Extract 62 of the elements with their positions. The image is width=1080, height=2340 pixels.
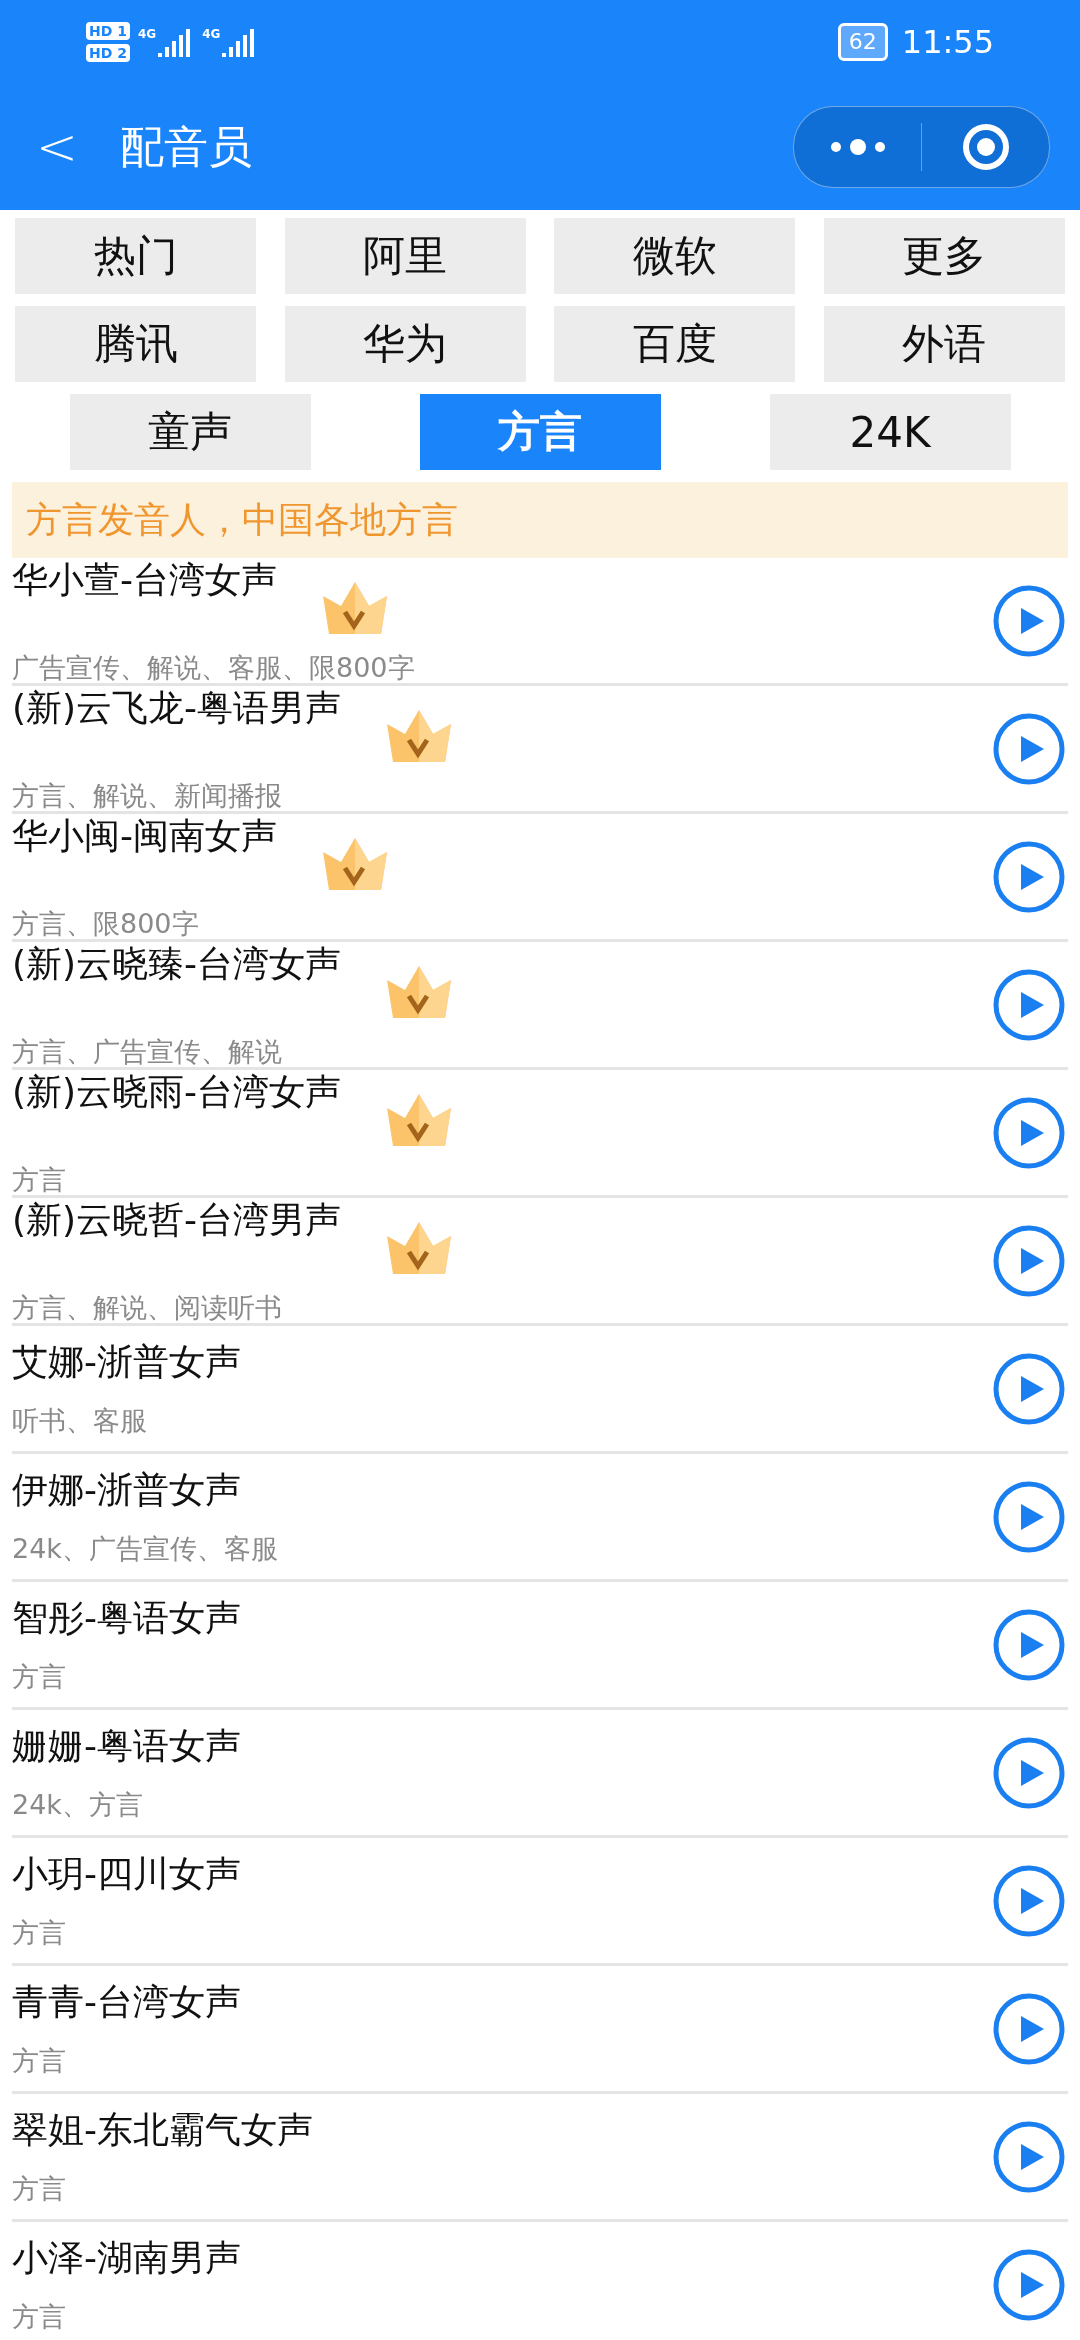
voice-tags: 方言: [12, 2171, 992, 2207]
play-button[interactable]: [992, 711, 1066, 786]
category-tab[interactable]: 腾讯: [15, 306, 256, 382]
play-button[interactable]: [992, 1991, 1066, 2066]
play-button[interactable]: [992, 1351, 1066, 1426]
voice-name: 翠姐-东北霸气女声: [12, 2108, 313, 2152]
play-button[interactable]: [992, 839, 1066, 914]
voice-name: (新)云晓臻-台湾女声: [12, 941, 342, 986]
category-tab[interactable]: 百度: [554, 306, 796, 382]
voice-tags: 24k、广告宣传、客服: [12, 1531, 992, 1567]
voice-name: 华小闽-闽南女声: [12, 813, 277, 858]
category-tab[interactable]: 童声: [69, 394, 311, 470]
category-tab[interactable]: 热门: [15, 218, 256, 294]
category-tab[interactable]: 24K: [769, 394, 1011, 470]
voice-name: 华小萱-台湾女声: [12, 557, 277, 602]
voice-tags: 方言、广告宣传、解说: [12, 1033, 992, 1070]
category-tab[interactable]: 阿里: [284, 218, 526, 294]
voice-tags: 方言: [12, 1659, 992, 1695]
play-button[interactable]: [992, 1735, 1066, 1810]
voice-tags: 方言、解说、阅读听书: [12, 1289, 992, 1326]
play-button[interactable]: [992, 1095, 1066, 1170]
voice-name: (新)云晓雨-台湾女声: [12, 1069, 342, 1114]
voice-tags: 方言、限800字: [12, 905, 992, 942]
voice-tags: 方言、解说、新闻播报: [12, 777, 992, 814]
category-tab[interactable]: 方言: [419, 394, 661, 470]
voice-name: (新)云晓哲-台湾男声: [12, 1197, 342, 1242]
voice-tags: 方言: [12, 1915, 992, 1951]
play-button[interactable]: [992, 2247, 1066, 2322]
voice-name: 姗姗-粤语女声: [12, 1724, 241, 1768]
category-tab[interactable]: 外语: [823, 306, 1065, 382]
play-button[interactable]: [992, 2119, 1066, 2194]
network-type: 4G: [137, 27, 157, 41]
play-button[interactable]: [992, 967, 1066, 1042]
battery-level: 62: [837, 23, 888, 61]
play-button[interactable]: [992, 1863, 1066, 1938]
play-button[interactable]: [992, 1607, 1066, 1682]
voice-name: 艾娜-浙普女声: [12, 1340, 241, 1384]
category-banner: 方言发音人，中国各地方言: [12, 482, 1068, 558]
sim-indicator: HD 1: [86, 22, 130, 40]
status-time: 11:55: [901, 23, 994, 61]
voice-name: (新)云飞龙-粤语男声: [12, 685, 342, 730]
back-button[interactable]: <: [36, 118, 120, 176]
voice-name: 小玥-四川女声: [12, 1852, 241, 1896]
voice-tags: 广告宣传、解说、客服、限800字: [12, 649, 992, 686]
voice-name: 小泽-湖南男声: [12, 2236, 241, 2280]
play-button[interactable]: [992, 1479, 1066, 1554]
voice-name: 伊娜-浙普女声: [12, 1468, 241, 1512]
page-title: 配音员: [120, 119, 253, 174]
sim-indicator: HD 2: [86, 44, 130, 62]
voice-tags: 方言: [12, 1161, 992, 1198]
category-tab[interactable]: 华为: [284, 306, 526, 382]
play-button[interactable]: [992, 1223, 1066, 1298]
voice-tags: 方言: [12, 2043, 992, 2079]
network-type: 4G: [202, 27, 221, 41]
voice-tags: 听书、客服: [12, 1403, 992, 1439]
play-button[interactable]: [992, 583, 1066, 658]
voice-tags: 24k、方言: [12, 1787, 992, 1823]
voice-tags: 方言: [12, 2299, 992, 2335]
category-tab[interactable]: 更多: [823, 218, 1065, 294]
category-tab[interactable]: 微软: [554, 218, 796, 294]
voice-name: 智彤-粤语女声: [12, 1596, 241, 1640]
voice-name: 青青-台湾女声: [12, 1980, 241, 2024]
